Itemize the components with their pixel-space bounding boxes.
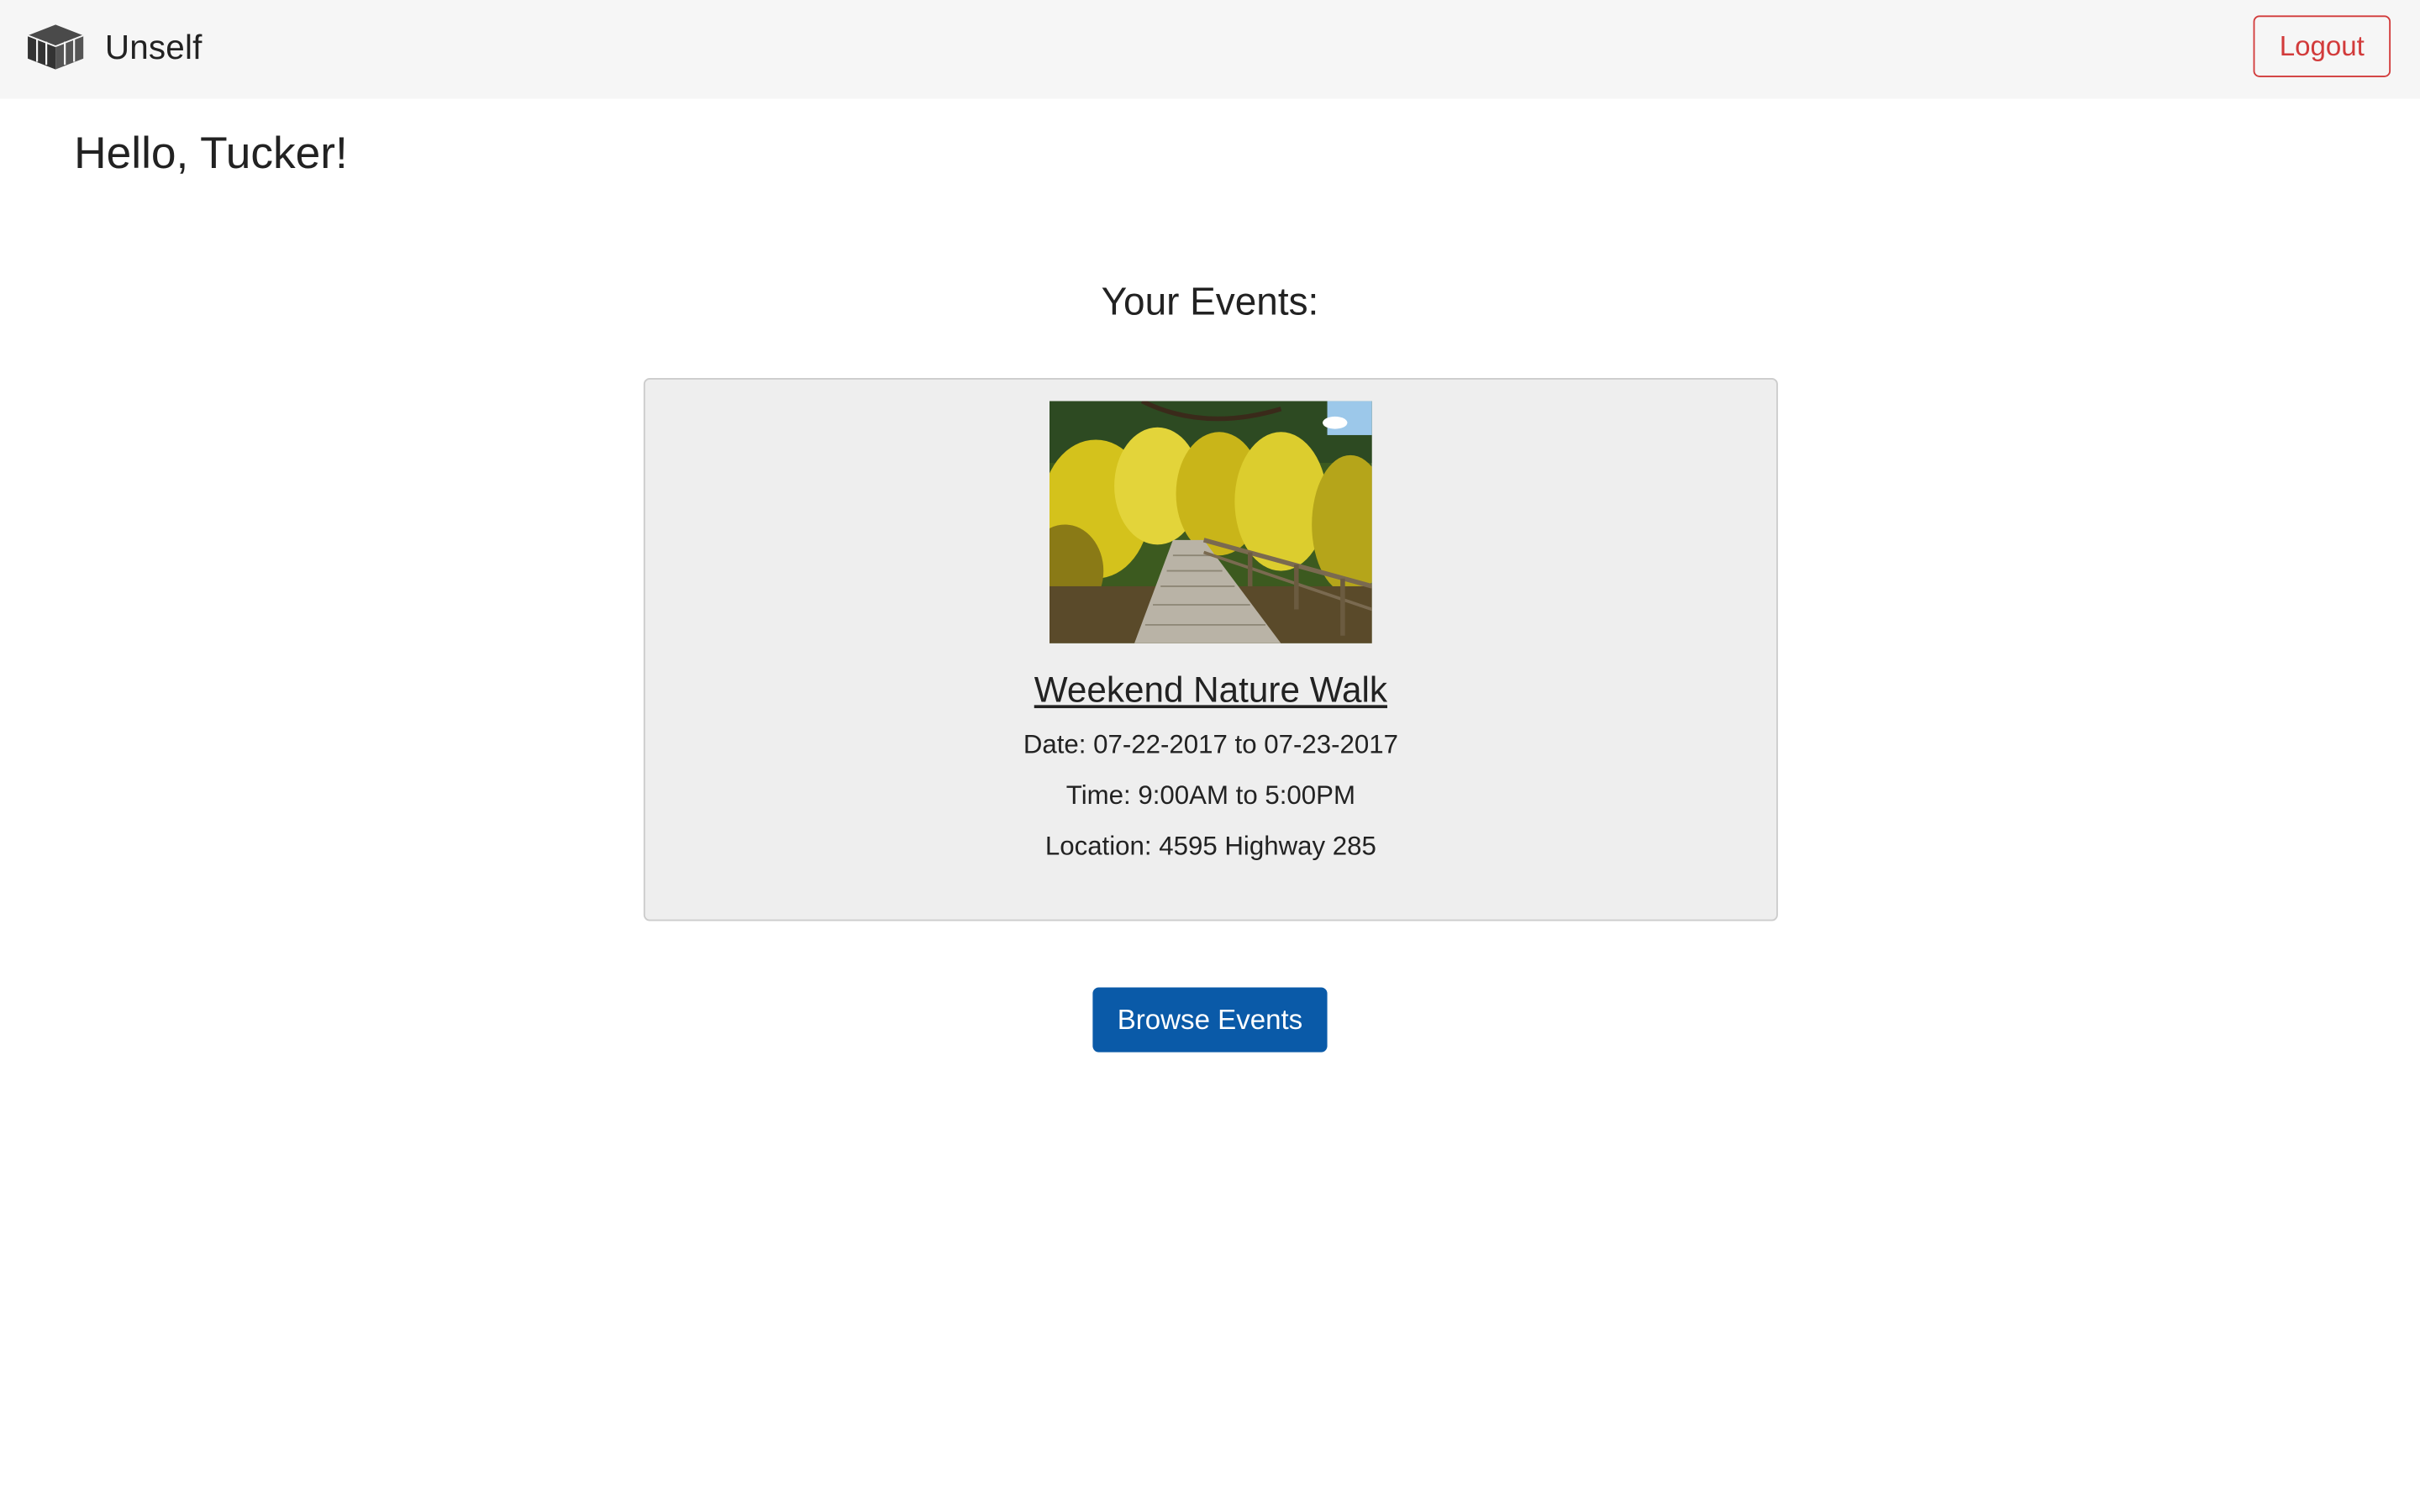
browse-events-button[interactable]: Browse Events: [1092, 987, 1328, 1053]
event-location: Location: 4595 Highway 285: [1044, 831, 1376, 861]
event-image: [1049, 401, 1372, 643]
your-events-heading: Your Events:: [1101, 281, 1319, 324]
event-time: Time: 9:00AM to 5:00PM: [1065, 780, 1355, 811]
brand-link[interactable]: Unself: [24, 24, 202, 73]
logout-button[interactable]: Logout: [2253, 15, 2391, 77]
cube-logo-icon: [24, 24, 86, 73]
event-date: Date: 07-22-2017 to 07-23-2017: [1023, 729, 1398, 759]
event-card: Weekend Nature Walk Date: 07-22-2017 to …: [643, 377, 1778, 921]
brand-name: Unself: [104, 28, 203, 66]
top-navbar: Unself Logout: [0, 0, 2420, 99]
greeting-heading: Hello, Tucker!: [74, 129, 348, 180]
event-title-link[interactable]: Weekend Nature Walk: [645, 669, 1776, 711]
